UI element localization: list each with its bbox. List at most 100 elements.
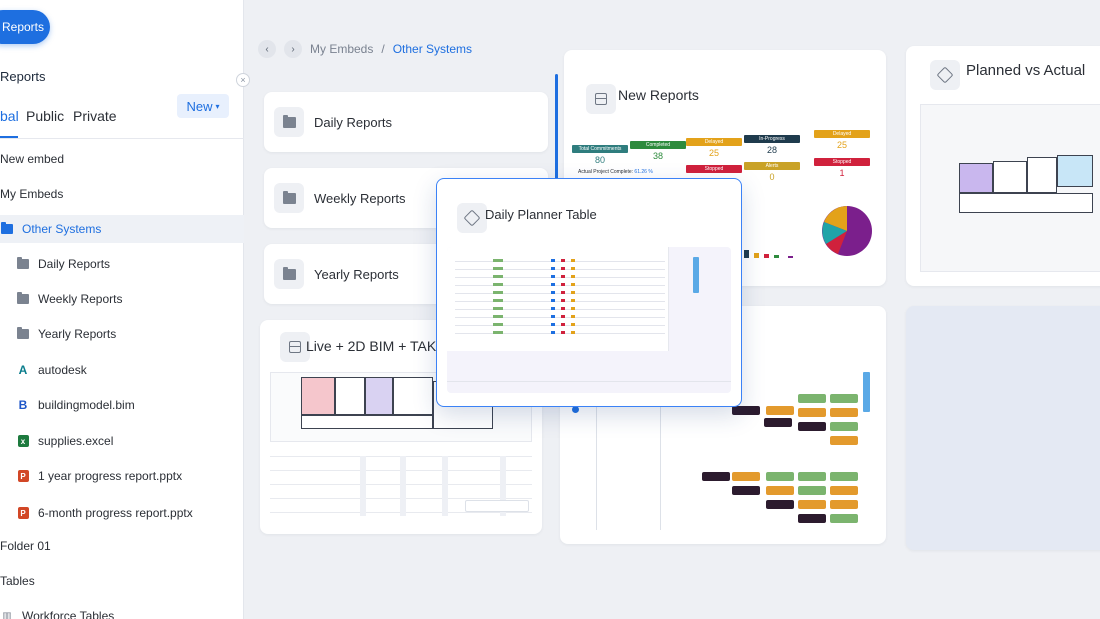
sidebar-title: Reports: [0, 69, 46, 84]
reports-button[interactable]: Reports: [0, 10, 50, 44]
task-block[interactable]: [830, 486, 858, 495]
stat-label: Alerts: [744, 162, 800, 170]
stat-completed: Completed 38: [630, 141, 686, 161]
table-preview: [447, 247, 731, 393]
stat-label: Delayed: [686, 138, 742, 146]
stat-label: Total Commitments: [572, 145, 628, 153]
footer-divider: [447, 381, 731, 382]
task-block[interactable]: [732, 406, 760, 415]
forward-arrow-icon[interactable]: ›: [284, 40, 302, 58]
sidebar-item-label: Tables: [0, 574, 35, 588]
stat-label: Stopped: [814, 158, 870, 166]
table-row: [455, 269, 665, 270]
task-block[interactable]: [766, 472, 794, 481]
folder-icon: [16, 327, 30, 341]
sidebar-item-label: Folder 01: [0, 539, 51, 553]
bar-chart-preview: [742, 238, 804, 258]
floor-plan-room: [959, 193, 1093, 213]
close-icon[interactable]: ×: [236, 73, 250, 87]
sidebar-item-new-embed[interactable]: New embed: [0, 145, 244, 173]
status-pie-chart: [822, 206, 872, 256]
sidebar-item-yearly-reports[interactable]: Yearly Reports: [0, 320, 244, 348]
floor-plan-room: [365, 377, 393, 415]
folder-icon: [274, 259, 304, 289]
task-block[interactable]: [798, 472, 826, 481]
grid-column: [442, 456, 448, 516]
folder-icon: [16, 257, 30, 271]
task-block[interactable]: [732, 472, 760, 481]
planned-vs-actual-card[interactable]: Planned vs Actual: [906, 46, 1100, 286]
task-block[interactable]: [764, 418, 792, 427]
sidebar-item-supplies[interactable]: x supplies.excel: [0, 427, 244, 455]
sidebar-item-buildingmodel[interactable]: B buildingmodel.bim: [0, 391, 244, 419]
task-block[interactable]: [766, 406, 794, 415]
new-button[interactable]: New ▾: [177, 94, 229, 118]
task-block[interactable]: [798, 422, 826, 431]
task-block[interactable]: [798, 486, 826, 495]
status-column: [493, 259, 503, 337]
pptx-icon: P: [16, 469, 30, 483]
sidebar-item-my-embeds[interactable]: My Embeds: [0, 180, 244, 208]
stat-stopped-2: Stopped 1: [814, 158, 870, 178]
task-block[interactable]: [830, 472, 858, 481]
stat-label: Delayed: [814, 130, 870, 138]
sidebar-item-tables[interactable]: Tables: [0, 567, 244, 595]
sidebar-item-other-systems[interactable]: Other Systems: [0, 215, 244, 243]
task-block[interactable]: [766, 486, 794, 495]
task-block[interactable]: [830, 500, 858, 509]
back-arrow-icon[interactable]: ‹: [258, 40, 276, 58]
sidebar-item-label: Workforce Tables: [22, 609, 115, 619]
stat-label: Stopped: [686, 165, 742, 173]
sidebar-item-1-year-report[interactable]: P 1 year progress report.pptx: [0, 462, 244, 490]
sidebar-item-weekly-reports[interactable]: Weekly Reports: [0, 285, 244, 313]
daily-planner-table-card[interactable]: Daily Planner Table: [436, 178, 742, 407]
task-block[interactable]: [830, 394, 858, 403]
dot-icon: [572, 406, 579, 413]
takt-schedule: [270, 446, 532, 528]
table-icon: ▥: [2, 610, 12, 619]
sidebar-item-label: 6-month progress report.pptx: [38, 506, 193, 520]
task-block[interactable]: [798, 394, 826, 403]
task-block[interactable]: [830, 514, 858, 523]
table-row: [455, 277, 665, 278]
daily-reports-card[interactable]: Daily Reports: [264, 92, 548, 152]
task-block[interactable]: [798, 514, 826, 523]
breadcrumb-separator: /: [381, 42, 385, 56]
task-block[interactable]: [732, 486, 760, 495]
table-row: [455, 293, 665, 294]
task-block[interactable]: [830, 408, 858, 417]
sidebar-item-label: Daily Reports: [38, 257, 111, 271]
tab-private[interactable]: Private: [73, 108, 117, 124]
task-block[interactable]: [798, 408, 826, 417]
task-block[interactable]: [798, 500, 826, 509]
sidebar-item-6-month-report[interactable]: P 6-month progress report.pptx: [0, 499, 244, 527]
sidebar-item-autodesk[interactable]: A autodesk: [0, 356, 244, 384]
task-block[interactable]: [702, 472, 730, 481]
breadcrumb-parent[interactable]: My Embeds: [310, 42, 373, 56]
table-row: [455, 325, 665, 326]
sidebar-item-workforce-tables[interactable]: ▥ Workforce Tables: [0, 602, 244, 619]
task-block[interactable]: [830, 422, 858, 431]
sidebar-item-daily-reports[interactable]: Daily Reports: [0, 250, 244, 278]
sidebar-item-label: autodesk: [38, 363, 87, 377]
stat-alerts: Alerts 0: [744, 162, 800, 182]
pptx-icon: P: [16, 506, 30, 520]
divider: [596, 402, 597, 530]
floor-plan-preview: [920, 104, 1100, 272]
task-block[interactable]: [766, 500, 794, 509]
table-row: [455, 285, 665, 286]
sidebar-item-label: 1 year progress report.pptx: [38, 469, 183, 483]
stat-value: 80: [594, 155, 605, 165]
table-row: [455, 317, 665, 318]
sidebar-item-folder-01[interactable]: Folder 01: [0, 532, 244, 560]
toolbar: [863, 372, 870, 412]
status-column: [571, 259, 575, 337]
task-block[interactable]: [830, 436, 858, 445]
tab-global[interactable]: bal: [0, 108, 19, 124]
status-column: [561, 259, 565, 337]
floor-plan-room: [1057, 155, 1093, 187]
floor-plan-room: [335, 377, 365, 415]
stat-value: 38: [652, 151, 663, 161]
folder-icon: [274, 183, 304, 213]
tab-public[interactable]: Public: [26, 108, 64, 124]
